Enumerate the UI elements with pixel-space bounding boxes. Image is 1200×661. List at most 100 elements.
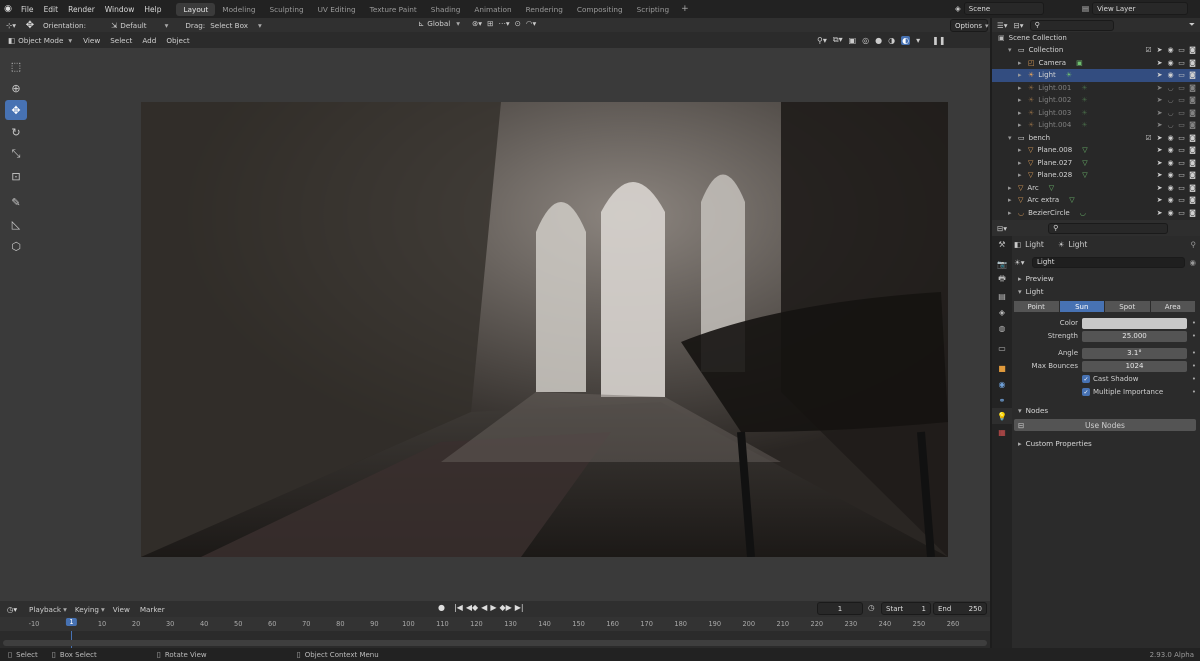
visibility-eye-icon[interactable]: ◉ (1167, 59, 1174, 67)
menu-file[interactable]: File (16, 5, 39, 14)
current-frame-field[interactable]: 1 (817, 602, 863, 615)
cursor-tool-icon[interactable]: ⊕ (5, 78, 27, 98)
chevron-right-icon[interactable]: ▸ (1008, 184, 1016, 192)
playhead-frame-label[interactable]: 1 (66, 618, 77, 626)
menu-edit[interactable]: Edit (39, 5, 64, 14)
visibility-eye-icon[interactable]: ◡ (1167, 109, 1174, 117)
visibility-eye-icon[interactable]: ◉ (1167, 46, 1174, 54)
visibility-eye-icon[interactable]: ◉ (1167, 171, 1174, 179)
multiple-importance-row[interactable]: ✓ Multiple Importance • (1014, 386, 1196, 398)
outliner-row-arc-extra[interactable]: ▸ ▽ Arc extra ▽ ➤ ◉ ▭ ◙ (992, 194, 1200, 207)
exclude-checkbox-icon[interactable] (1145, 196, 1152, 204)
add-workspace-button[interactable]: + (676, 4, 694, 14)
outliner-row-plane-028[interactable]: ▸ ▽ Plane.028 ▽ ➤ ◉ ▭ ◙ (992, 169, 1200, 182)
viewport-menu-select[interactable]: Select (105, 36, 137, 45)
selectable-icon[interactable]: ➤ (1156, 196, 1163, 204)
exclude-checkbox-icon[interactable] (1145, 96, 1152, 104)
max-bounces-field[interactable]: 1024 (1082, 360, 1187, 372)
fake-user-icon[interactable]: ◉ (1189, 258, 1196, 267)
keyframe-dot-icon[interactable]: • (1187, 349, 1196, 357)
selectable-icon[interactable]: ➤ (1156, 96, 1163, 104)
nodes-panel-header[interactable]: ▾ Nodes (1014, 404, 1196, 417)
timeline-menu-keying[interactable]: Keying (70, 605, 104, 614)
viewport-disable-icon[interactable]: ▭ (1178, 109, 1185, 117)
chevron-right-icon[interactable]: ▸ (1008, 196, 1016, 204)
outliner-editor-icon[interactable]: ☰▾ (997, 21, 1008, 30)
render-camera-icon[interactable]: ◙ (1189, 59, 1196, 67)
timeline-editor-icon[interactable]: ◷▾ (0, 605, 24, 614)
jump-end-icon[interactable]: ▶| (515, 603, 524, 612)
render-camera-icon[interactable]: ◙ (1189, 46, 1196, 54)
tab-shading[interactable]: Shading (424, 3, 468, 16)
timeline-menu-playback[interactable]: Playback (24, 605, 66, 614)
drag-dropdown[interactable]: Select Box ▾ (210, 21, 262, 30)
tab-rendering[interactable]: Rendering (519, 3, 570, 16)
move-tool-icon[interactable]: ✥ (5, 100, 27, 120)
tool-tab-icon[interactable]: ⚒ (992, 236, 1012, 252)
selectable-icon[interactable]: ➤ (1156, 109, 1163, 117)
proportional-edit-icon[interactable]: ⊙ (515, 19, 521, 28)
xray-icon[interactable]: ▣ (849, 36, 857, 45)
view-layer-tab-icon[interactable]: ▤ (992, 288, 1012, 304)
scene-field[interactable]: Scene (963, 2, 1044, 15)
selectable-icon[interactable]: ➤ (1156, 84, 1163, 92)
render-camera-icon[interactable]: ◙ (1189, 196, 1196, 204)
light-type-area-button[interactable]: Area (1150, 301, 1195, 312)
exclude-checkbox-icon[interactable] (1145, 146, 1152, 154)
viewport-disable-icon[interactable]: ▭ (1178, 84, 1185, 92)
mode-dropdown[interactable]: ◧ Object Mode ▾ (0, 36, 72, 45)
render-camera-icon[interactable]: ◙ (1189, 71, 1196, 79)
gizmo-toggle-icon[interactable]: ⚲▾ (817, 36, 827, 45)
select-tool-icon[interactable]: ⬚ (5, 56, 27, 76)
options-dropdown[interactable]: Options ▾ (950, 19, 989, 32)
render-camera-icon[interactable]: ◙ (1189, 84, 1196, 92)
add-cube-tool-icon[interactable]: ⬡ (5, 236, 27, 256)
chevron-right-icon[interactable]: ▸ (1018, 71, 1026, 79)
viewport-menu-object[interactable]: Object (161, 36, 194, 45)
object-tab-icon[interactable]: ■ (992, 360, 1012, 376)
viewport-disable-icon[interactable]: ▭ (1178, 121, 1185, 129)
collection-tab-icon[interactable]: ▭ (992, 340, 1012, 356)
properties-editor-icon[interactable]: ⊟▾ (997, 224, 1007, 233)
view-layer-selector[interactable]: ▤ View Layer (1082, 2, 1189, 15)
play-reverse-icon[interactable]: ◀ (481, 603, 487, 612)
selectable-icon[interactable]: ➤ (1156, 146, 1163, 154)
render-camera-icon[interactable]: ◙ (1189, 121, 1196, 129)
chevron-right-icon[interactable]: ▸ (1008, 209, 1016, 217)
render-camera-icon[interactable]: ◙ (1189, 159, 1196, 167)
pause-render-icon[interactable]: ❚❚ (932, 36, 945, 45)
menu-render[interactable]: Render (63, 5, 100, 14)
pin-icon[interactable]: ⚲ (1191, 240, 1197, 249)
scale-tool-icon[interactable]: ⤡ (5, 144, 27, 164)
render-tab-icon[interactable]: 📷 (992, 256, 1012, 272)
viewport-menu-add[interactable]: Add (137, 36, 161, 45)
visibility-eye-icon[interactable]: ◉ (1167, 159, 1174, 167)
prev-keyframe-icon[interactable]: ◀◆ (466, 603, 478, 612)
view-layer-field[interactable]: View Layer (1092, 2, 1189, 15)
constraints-tab-icon[interactable]: ⚭ (992, 392, 1012, 408)
outliner-row-light-002[interactable]: ▸ ☀ Light.002 ☀ ➤ ◡ ▭ ◙ (992, 94, 1200, 107)
light-data-tab-icon[interactable]: 💡 (992, 408, 1012, 424)
exclude-checkbox-icon[interactable] (1145, 159, 1152, 167)
world-tab-icon[interactable]: ◍ (992, 320, 1012, 336)
viewport-disable-icon[interactable]: ▭ (1178, 134, 1185, 142)
timeline-menu-view[interactable]: View (108, 605, 135, 614)
exclude-checkbox-icon[interactable]: ☑ (1145, 46, 1152, 54)
blender-logo-icon[interactable]: ◉ (0, 4, 16, 14)
overlay-icon[interactable]: ⧉▾ (833, 35, 843, 45)
render-camera-icon[interactable]: ◙ (1189, 209, 1196, 217)
render-camera-icon[interactable]: ◙ (1189, 184, 1196, 192)
snap-icon[interactable]: ⊞ (487, 19, 493, 28)
exclude-checkbox-icon[interactable] (1145, 171, 1152, 179)
shading-rendered-icon[interactable]: ◐ (901, 35, 911, 45)
menu-window[interactable]: Window (100, 5, 140, 14)
physics-tab-icon[interactable]: ◉ (992, 376, 1012, 392)
snap-target-icon[interactable]: ⋯▾ (498, 19, 509, 28)
shading-solid-icon[interactable]: ● (875, 36, 882, 45)
orientation-dropdown[interactable]: ⇲ Default ▾ (111, 21, 168, 30)
angle-field[interactable]: 3.1° (1082, 347, 1187, 359)
outliner-row-camera[interactable]: ▸ ◰ Camera ▣ ➤ ◉ ▭ ◙ (992, 57, 1200, 70)
selectable-icon[interactable]: ➤ (1156, 46, 1163, 54)
light-type-point-button[interactable]: Point (1014, 301, 1059, 312)
viewport-disable-icon[interactable]: ▭ (1178, 196, 1185, 204)
